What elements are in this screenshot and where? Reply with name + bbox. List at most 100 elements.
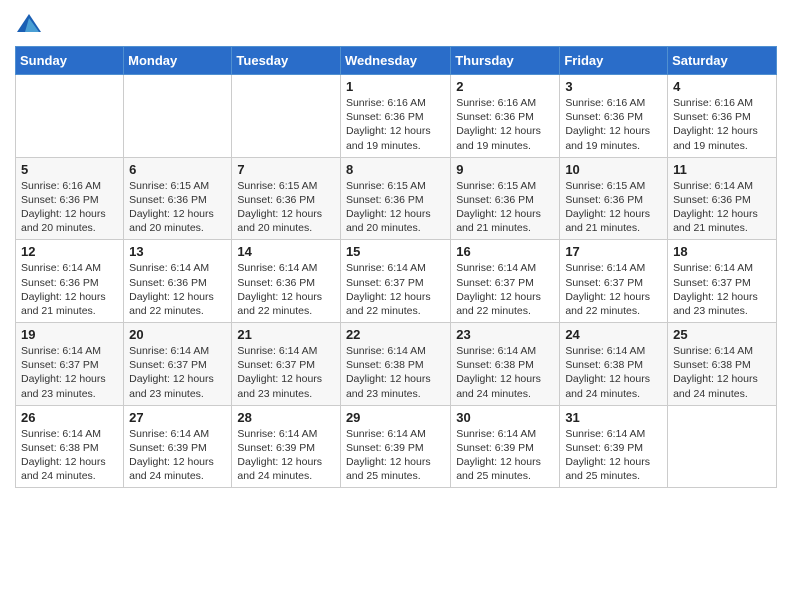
calendar-cell bbox=[232, 75, 341, 158]
day-info: Sunrise: 6:14 AMSunset: 6:36 PMDaylight:… bbox=[129, 261, 226, 318]
day-number: 19 bbox=[21, 327, 118, 342]
day-info: Sunrise: 6:14 AMSunset: 6:39 PMDaylight:… bbox=[565, 427, 662, 484]
day-number: 21 bbox=[237, 327, 335, 342]
day-info: Sunrise: 6:14 AMSunset: 6:39 PMDaylight:… bbox=[237, 427, 335, 484]
day-info: Sunrise: 6:14 AMSunset: 6:38 PMDaylight:… bbox=[21, 427, 118, 484]
calendar-cell: 21 Sunrise: 6:14 AMSunset: 6:37 PMDayligh… bbox=[232, 323, 341, 406]
calendar-cell: 13 Sunrise: 6:14 AMSunset: 6:36 PMDayligh… bbox=[124, 240, 232, 323]
day-number: 8 bbox=[346, 162, 445, 177]
calendar-cell: 3Sunrise: 6:16 AMSunset: 6:36 PMDaylight… bbox=[560, 75, 668, 158]
calendar-cell: 4 Sunrise: 6:16 AMSunset: 6:36 PMDaylight… bbox=[668, 75, 777, 158]
calendar-cell: 20 Sunrise: 6:14 AMSunset: 6:37 PMDayligh… bbox=[124, 323, 232, 406]
calendar-cell: 26 Sunrise: 6:14 AMSunset: 6:38 PMDayligh… bbox=[16, 405, 124, 488]
day-number: 15 bbox=[346, 244, 445, 259]
calendar-cell: 31 Sunrise: 6:14 AMSunset: 6:39 PMDayligh… bbox=[560, 405, 668, 488]
calendar-cell: 8 Sunrise: 6:15 AMSunset: 6:36 PMDaylight… bbox=[340, 157, 450, 240]
day-number: 4 bbox=[673, 79, 771, 94]
day-info: Sunrise: 6:14 AMSunset: 6:37 PMDaylight:… bbox=[237, 344, 335, 401]
day-info: Sunrise: 6:14 AMSunset: 6:38 PMDaylight:… bbox=[456, 344, 554, 401]
col-header-tuesday: Tuesday bbox=[232, 47, 341, 75]
calendar-cell bbox=[668, 405, 777, 488]
day-number: 22 bbox=[346, 327, 445, 342]
day-number: 31 bbox=[565, 410, 662, 425]
day-info: Sunrise: 6:14 AMSunset: 6:36 PMDaylight:… bbox=[673, 179, 771, 236]
day-number: 1 bbox=[346, 79, 445, 94]
calendar-header-row: SundayMondayTuesdayWednesdayThursdayFrid… bbox=[16, 47, 777, 75]
day-number: 6 bbox=[129, 162, 226, 177]
col-header-thursday: Thursday bbox=[451, 47, 560, 75]
day-info: Sunrise: 6:16 AMSunset: 6:36 PMDaylight:… bbox=[346, 96, 445, 153]
calendar-cell: 11 Sunrise: 6:14 AMSunset: 6:36 PMDayligh… bbox=[668, 157, 777, 240]
calendar-cell: 29Sunrise: 6:14 AMSunset: 6:39 PMDayligh… bbox=[340, 405, 450, 488]
day-info: Sunrise: 6:14 AMSunset: 6:37 PMDaylight:… bbox=[346, 261, 445, 318]
calendar-cell: 24 Sunrise: 6:14 AMSunset: 6:38 PMDayligh… bbox=[560, 323, 668, 406]
day-number: 7 bbox=[237, 162, 335, 177]
day-info: Sunrise: 6:14 AMSunset: 6:38 PMDaylight:… bbox=[565, 344, 662, 401]
calendar-cell: 7Sunrise: 6:15 AMSunset: 6:36 PMDaylight… bbox=[232, 157, 341, 240]
col-header-sunday: Sunday bbox=[16, 47, 124, 75]
day-number: 2 bbox=[456, 79, 554, 94]
day-info: Sunrise: 6:15 AMSunset: 6:36 PMDaylight:… bbox=[565, 179, 662, 236]
day-info: Sunrise: 6:15 AMSunset: 6:36 PMDaylight:… bbox=[129, 179, 226, 236]
day-info: Sunrise: 6:14 AMSunset: 6:36 PMDaylight:… bbox=[237, 261, 335, 318]
day-number: 13 bbox=[129, 244, 226, 259]
calendar-cell: 5 Sunrise: 6:16 AMSunset: 6:36 PMDaylight… bbox=[16, 157, 124, 240]
day-number: 24 bbox=[565, 327, 662, 342]
logo bbox=[15, 10, 47, 38]
day-info: Sunrise: 6:14 AMSunset: 6:38 PMDaylight:… bbox=[673, 344, 771, 401]
col-header-monday: Monday bbox=[124, 47, 232, 75]
page-header bbox=[15, 10, 777, 38]
day-number: 12 bbox=[21, 244, 118, 259]
day-info: Sunrise: 6:16 AMSunset: 6:36 PMDaylight:… bbox=[21, 179, 118, 236]
calendar-cell: 14 Sunrise: 6:14 AMSunset: 6:36 PMDayligh… bbox=[232, 240, 341, 323]
day-number: 16 bbox=[456, 244, 554, 259]
calendar-week-2: 12 Sunrise: 6:14 AMSunset: 6:36 PMDayligh… bbox=[16, 240, 777, 323]
calendar-cell: 10 Sunrise: 6:15 AMSunset: 6:36 PMDayligh… bbox=[560, 157, 668, 240]
day-info: Sunrise: 6:15 AMSunset: 6:36 PMDaylight:… bbox=[346, 179, 445, 236]
calendar-cell: 30 Sunrise: 6:14 AMSunset: 6:39 PMDayligh… bbox=[451, 405, 560, 488]
day-number: 30 bbox=[456, 410, 554, 425]
logo-icon bbox=[15, 10, 43, 38]
calendar-week-3: 19 Sunrise: 6:14 AMSunset: 6:37 PMDayligh… bbox=[16, 323, 777, 406]
day-number: 18 bbox=[673, 244, 771, 259]
day-info: Sunrise: 6:14 AMSunset: 6:39 PMDaylight:… bbox=[456, 427, 554, 484]
day-info: Sunrise: 6:15 AMSunset: 6:36 PMDaylight:… bbox=[456, 179, 554, 236]
calendar-cell: 16Sunrise: 6:14 AMSunset: 6:37 PMDayligh… bbox=[451, 240, 560, 323]
calendar-cell: 27 Sunrise: 6:14 AMSunset: 6:39 PMDayligh… bbox=[124, 405, 232, 488]
day-number: 14 bbox=[237, 244, 335, 259]
day-info: Sunrise: 6:16 AMSunset: 6:36 PMDaylight:… bbox=[565, 96, 662, 153]
day-number: 26 bbox=[21, 410, 118, 425]
day-info: Sunrise: 6:14 AMSunset: 6:36 PMDaylight:… bbox=[21, 261, 118, 318]
calendar-cell: 1 Sunrise: 6:16 AMSunset: 6:36 PMDaylight… bbox=[340, 75, 450, 158]
day-info: Sunrise: 6:14 AMSunset: 6:39 PMDaylight:… bbox=[129, 427, 226, 484]
day-number: 25 bbox=[673, 327, 771, 342]
calendar-cell: 12 Sunrise: 6:14 AMSunset: 6:36 PMDayligh… bbox=[16, 240, 124, 323]
day-number: 20 bbox=[129, 327, 226, 342]
day-info: Sunrise: 6:14 AMSunset: 6:39 PMDaylight:… bbox=[346, 427, 445, 484]
calendar: SundayMondayTuesdayWednesdayThursdayFrid… bbox=[15, 46, 777, 488]
calendar-week-4: 26 Sunrise: 6:14 AMSunset: 6:38 PMDayligh… bbox=[16, 405, 777, 488]
day-number: 9 bbox=[456, 162, 554, 177]
calendar-week-0: 1 Sunrise: 6:16 AMSunset: 6:36 PMDaylight… bbox=[16, 75, 777, 158]
calendar-cell: 22 Sunrise: 6:14 AMSunset: 6:38 PMDayligh… bbox=[340, 323, 450, 406]
col-header-wednesday: Wednesday bbox=[340, 47, 450, 75]
calendar-week-1: 5 Sunrise: 6:16 AMSunset: 6:36 PMDaylight… bbox=[16, 157, 777, 240]
calendar-cell: 9 Sunrise: 6:15 AMSunset: 6:36 PMDaylight… bbox=[451, 157, 560, 240]
day-number: 10 bbox=[565, 162, 662, 177]
day-info: Sunrise: 6:14 AMSunset: 6:38 PMDaylight:… bbox=[346, 344, 445, 401]
day-number: 5 bbox=[21, 162, 118, 177]
day-info: Sunrise: 6:14 AMSunset: 6:37 PMDaylight:… bbox=[129, 344, 226, 401]
day-number: 27 bbox=[129, 410, 226, 425]
day-info: Sunrise: 6:14 AMSunset: 6:37 PMDaylight:… bbox=[565, 261, 662, 318]
calendar-cell: 15 Sunrise: 6:14 AMSunset: 6:37 PMDayligh… bbox=[340, 240, 450, 323]
day-info: Sunrise: 6:16 AMSunset: 6:36 PMDaylight:… bbox=[673, 96, 771, 153]
calendar-cell bbox=[124, 75, 232, 158]
calendar-cell: 18Sunrise: 6:14 AMSunset: 6:37 PMDayligh… bbox=[668, 240, 777, 323]
day-number: 17 bbox=[565, 244, 662, 259]
col-header-friday: Friday bbox=[560, 47, 668, 75]
day-number: 23 bbox=[456, 327, 554, 342]
calendar-cell bbox=[16, 75, 124, 158]
calendar-cell: 23 Sunrise: 6:14 AMSunset: 6:38 PMDayligh… bbox=[451, 323, 560, 406]
day-number: 11 bbox=[673, 162, 771, 177]
calendar-cell: 25 Sunrise: 6:14 AMSunset: 6:38 PMDayligh… bbox=[668, 323, 777, 406]
